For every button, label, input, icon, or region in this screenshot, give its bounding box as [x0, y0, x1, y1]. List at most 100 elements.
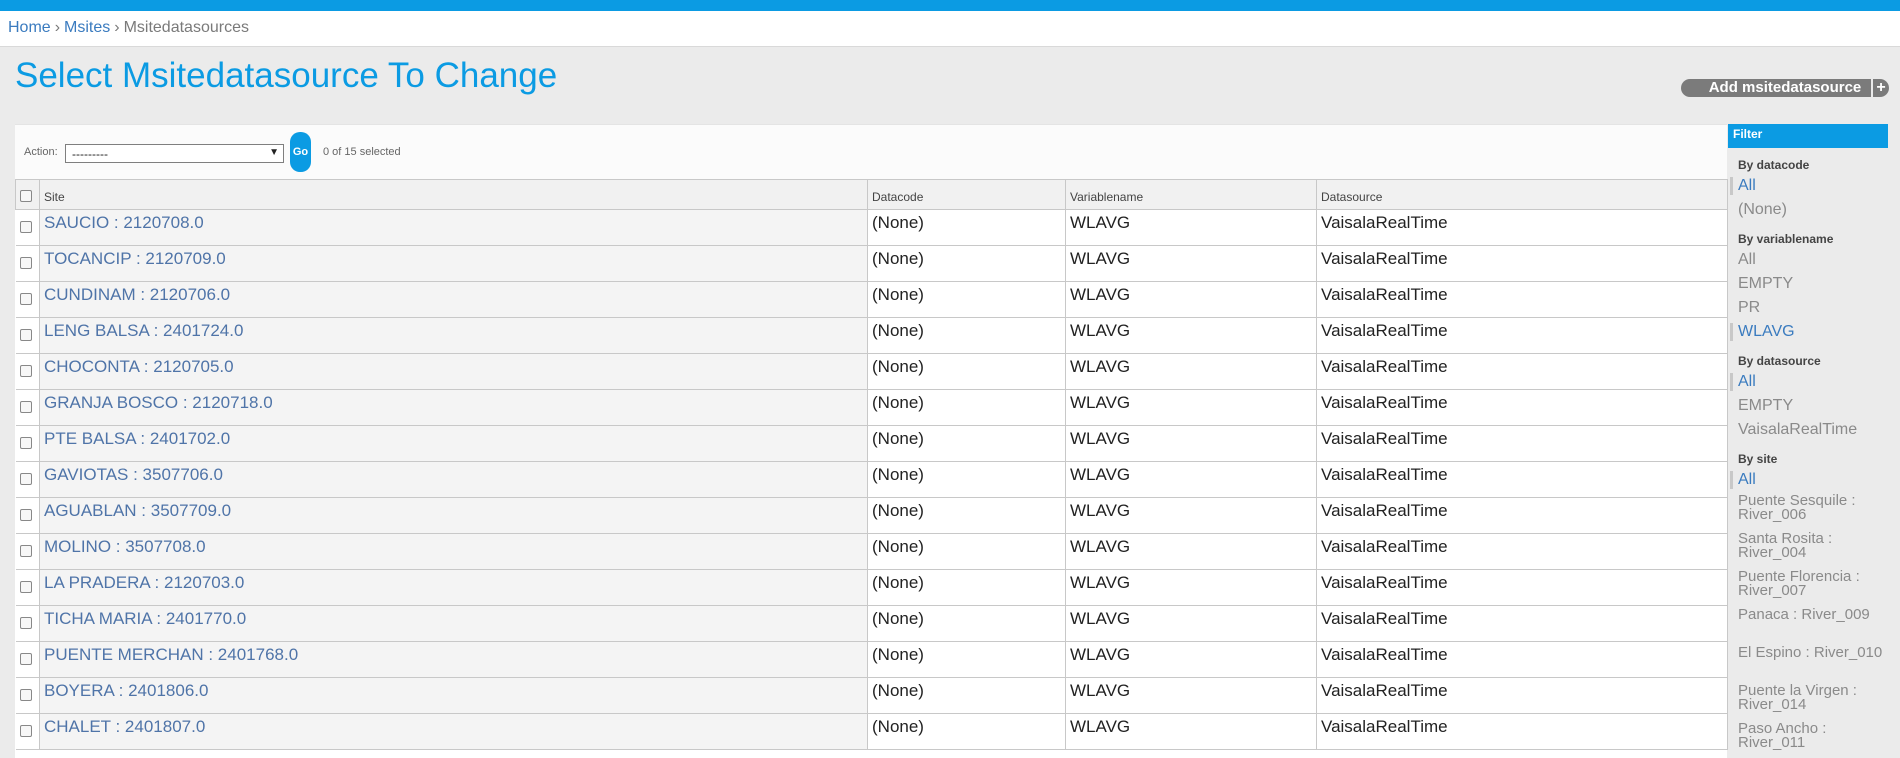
cell-variablename: WLAVG — [1065, 461, 1317, 498]
row-checkbox[interactable] — [19, 473, 32, 485]
row-checkbox[interactable] — [19, 293, 32, 305]
cell-datasource: VaisalaRealTime — [1316, 281, 1728, 318]
cell-datacode: (None) — [867, 317, 1066, 354]
cell-site: AGUABLAN : 3507709.0 — [39, 497, 868, 534]
site-link[interactable]: TICHA MARIA : 2401770.0 — [44, 609, 246, 628]
filter-option[interactable]: All — [1728, 248, 1888, 272]
column-header-site[interactable]: Site — [39, 179, 868, 210]
site-link[interactable]: PUENTE MERCHAN : 2401768.0 — [44, 645, 298, 664]
row-checkbox[interactable] — [19, 257, 32, 269]
filter-option[interactable]: PR — [1728, 296, 1888, 320]
action-label: Action: — [24, 146, 58, 158]
cell-site: CHALET : 2401807.0 — [39, 713, 868, 750]
site-link[interactable]: TOCANCIP : 2120709.0 — [44, 249, 226, 268]
filter-option[interactable]: EMPTY — [1728, 394, 1888, 418]
top-bar — [0, 0, 1900, 11]
filter-option[interactable]: EMPTY — [1728, 272, 1888, 296]
filter-option[interactable]: El Espino : River_010 — [1728, 644, 1888, 682]
cell-datacode: (None) — [867, 425, 1066, 462]
cell-datacode: (None) — [867, 677, 1066, 714]
filter-option[interactable]: Panaca : River_009 — [1728, 606, 1888, 644]
site-link[interactable]: MOLINO : 3507708.0 — [44, 537, 206, 556]
row-checkbox[interactable] — [19, 725, 32, 737]
row-checkbox-cell — [15, 281, 40, 318]
filter-option[interactable]: All — [1728, 174, 1888, 198]
cell-datasource: VaisalaRealTime — [1316, 353, 1728, 390]
table-row: CHOCONTA : 2120705.0 (None) WLAVG VaisalaRe… — [15, 353, 1728, 390]
row-checkbox[interactable] — [19, 581, 32, 593]
filter-options-variablename: All EMPTY PR WLAVG — [1728, 248, 1888, 344]
row-checkbox-cell — [15, 677, 40, 714]
cell-datacode: (None) — [867, 569, 1066, 606]
site-link[interactable]: CHALET : 2401807.0 — [44, 717, 205, 736]
plus-icon: + — [1871, 79, 1889, 97]
row-checkbox[interactable] — [19, 221, 32, 233]
site-link[interactable]: LA PRADERA : 2120703.0 — [44, 573, 244, 592]
cell-site: PTE BALSA : 2401702.0 — [39, 425, 868, 462]
site-link[interactable]: CHOCONTA : 2120705.0 — [44, 357, 234, 376]
filter-option[interactable]: All — [1728, 370, 1888, 394]
changelist: Action: --------- ▼ Go 0 of 15 selected … — [15, 124, 1728, 758]
filter-option[interactable]: All — [1728, 468, 1888, 492]
site-link[interactable]: GAVIOTAS : 3507706.0 — [44, 465, 223, 484]
row-checkbox[interactable] — [19, 509, 32, 521]
row-checkbox[interactable] — [19, 329, 32, 341]
site-link[interactable]: SAUCIO : 2120708.0 — [44, 213, 204, 232]
cell-datacode: (None) — [867, 605, 1066, 642]
cell-site: TOCANCIP : 2120709.0 — [39, 245, 868, 282]
row-checkbox[interactable] — [19, 545, 32, 557]
filter-option[interactable]: Santa Rosita : River_004 — [1728, 530, 1888, 568]
site-link[interactable]: GRANJA BOSCO : 2120718.0 — [44, 393, 273, 412]
column-header-datacode[interactable]: Datacode — [867, 179, 1066, 210]
site-link[interactable]: AGUABLAN : 3507709.0 — [44, 501, 231, 520]
row-checkbox-cell — [15, 209, 40, 246]
cell-datasource: VaisalaRealTime — [1316, 209, 1728, 246]
row-checkbox[interactable] — [19, 653, 32, 665]
row-checkbox-cell — [15, 605, 40, 642]
cell-site: LENG BALSA : 2401724.0 — [39, 317, 868, 354]
cell-variablename: WLAVG — [1065, 677, 1317, 714]
cell-site: BOYERA : 2401806.0 — [39, 677, 868, 714]
row-checkbox-cell — [15, 641, 40, 678]
cell-datasource: VaisalaRealTime — [1316, 533, 1728, 570]
filter-option[interactable]: Paso Ancho : River_011 — [1728, 720, 1888, 758]
row-checkbox[interactable] — [19, 437, 32, 449]
table-row: SAUCIO : 2120708.0 (None) WLAVG VaisalaReal… — [15, 209, 1728, 246]
column-header-variablename[interactable]: Variablename — [1065, 179, 1317, 210]
add-msitedatasource-button[interactable]: Add msitedatasource + — [1681, 79, 1889, 97]
site-link[interactable]: BOYERA : 2401806.0 — [44, 681, 208, 700]
filter-option[interactable]: VaisalaRealTime — [1728, 418, 1888, 442]
row-checkbox[interactable] — [19, 617, 32, 629]
row-checkbox-cell — [15, 353, 40, 390]
row-checkbox[interactable] — [19, 401, 32, 413]
table-row: BOYERA : 2401806.0 (None) WLAVG VaisalaReal… — [15, 677, 1728, 714]
go-button[interactable]: Go — [290, 132, 311, 172]
select-all-checkbox[interactable] — [20, 189, 32, 202]
row-checkbox-cell — [15, 497, 40, 534]
filter-option[interactable]: (None) — [1728, 198, 1888, 222]
breadcrumb-msites[interactable]: Msites — [64, 19, 110, 36]
cell-site: GAVIOTAS : 3507706.0 — [39, 461, 868, 498]
cell-variablename: WLAVG — [1065, 353, 1317, 390]
filter-option[interactable]: Puente Sesquile : River_006 — [1728, 492, 1888, 530]
filter-option[interactable]: Puente la Virgen : River_014 — [1728, 682, 1888, 720]
column-header-datasource[interactable]: Datasource — [1316, 179, 1728, 210]
row-checkbox-cell — [15, 425, 40, 462]
row-checkbox[interactable] — [19, 689, 32, 701]
site-link[interactable]: PTE BALSA : 2401702.0 — [44, 429, 230, 448]
filter-option[interactable]: Puente Florencia : River_007 — [1728, 568, 1888, 606]
breadcrumb-home[interactable]: Home — [8, 19, 51, 36]
site-link[interactable]: LENG BALSA : 2401724.0 — [44, 321, 243, 340]
cell-datasource: VaisalaRealTime — [1316, 641, 1728, 678]
action-select[interactable]: --------- ▼ — [65, 144, 284, 163]
selection-counter: 0 of 15 selected — [323, 146, 401, 158]
table-row: LA PRADERA : 2120703.0 (None) WLAVG Vaisala… — [15, 569, 1728, 606]
cell-site: MOLINO : 3507708.0 — [39, 533, 868, 570]
filter-option[interactable]: WLAVG — [1728, 320, 1888, 344]
cell-variablename: WLAVG — [1065, 281, 1317, 318]
dropdown-arrow-icon: ▼ — [269, 147, 279, 158]
site-link[interactable]: CUNDINAM : 2120706.0 — [44, 285, 230, 304]
row-checkbox[interactable] — [19, 365, 32, 377]
filter-options-site: All Puente Sesquile : River_006 Santa Rosi… — [1728, 468, 1888, 758]
cell-datacode: (None) — [867, 353, 1066, 390]
